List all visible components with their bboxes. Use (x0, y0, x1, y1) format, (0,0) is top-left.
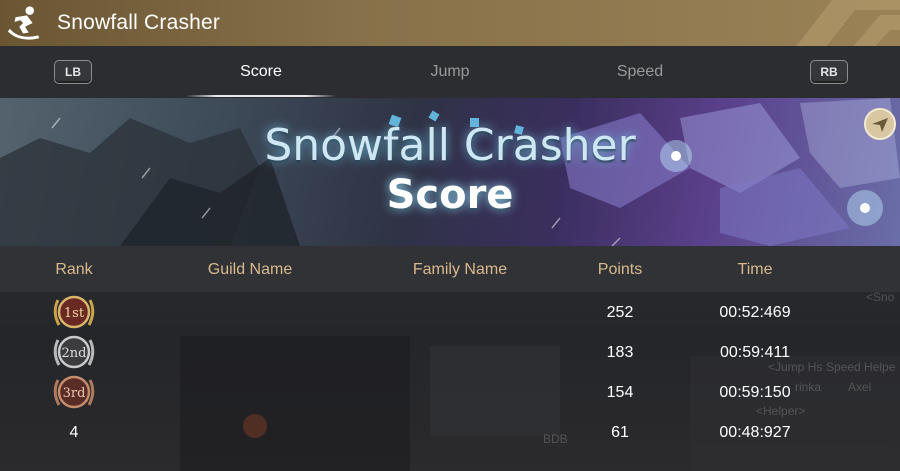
snowboarder-icon (7, 6, 40, 40)
compass-icon[interactable] (864, 108, 896, 140)
tab-bar: LB Score Jump Speed RB (0, 46, 900, 99)
silver-medal-icon: 2nd (53, 335, 95, 369)
column-header-time: Time (737, 261, 773, 278)
column-header-guild: Guild Name (207, 261, 293, 278)
rank-cell: 4 (69, 424, 79, 441)
time-cell: 00:48:927 (719, 424, 791, 441)
column-header-rank: Rank (55, 261, 93, 278)
banner-title: Snowfall Crasher (264, 120, 636, 171)
medal-rank-label: 3rd (63, 386, 86, 401)
bronze-medal-icon: 3rd (53, 375, 95, 409)
title-bar-decoration (796, 0, 900, 46)
lb-button[interactable]: LB (54, 60, 92, 84)
column-header-points: Points (597, 261, 643, 278)
column-header-family: Family Name (412, 261, 508, 278)
background-label: <Jump Hs (768, 360, 823, 374)
background-label: <Sno (866, 290, 895, 304)
medal-rank-label: 2nd (62, 346, 87, 361)
rb-button[interactable]: RB (810, 60, 848, 84)
tab-score[interactable]: Score (186, 46, 336, 97)
points-cell: 183 (606, 344, 634, 361)
tab-speed[interactable]: Speed (565, 46, 715, 96)
background-label: Axel (848, 380, 872, 394)
points-cell: 154 (606, 384, 634, 401)
time-cell: 00:59:150 (719, 384, 791, 401)
tab-jump[interactable]: Jump (375, 46, 525, 96)
background-label: <Helper> (756, 404, 806, 418)
background-label: Speed Helpe (826, 360, 896, 374)
points-cell: 61 (611, 424, 629, 441)
time-cell: 00:52:469 (719, 304, 791, 321)
time-cell: 00:59:411 (720, 344, 790, 361)
ranking-table: <Sno <Jump Hs Speed Helpe rinka Axel <He… (0, 246, 900, 471)
banner-subtitle: Score (386, 172, 514, 218)
window-title: Snowfall Crasher (57, 11, 221, 34)
gold-medal-icon: 1st (53, 295, 95, 329)
medal-rank-label: 1st (64, 306, 85, 321)
points-cell: 252 (606, 304, 634, 321)
title-bar: Snowfall Crasher (0, 0, 900, 46)
event-banner: Snowfall Crasher Score (0, 98, 900, 246)
table-header: Rank Guild Name Family Name Points Time (0, 246, 900, 292)
